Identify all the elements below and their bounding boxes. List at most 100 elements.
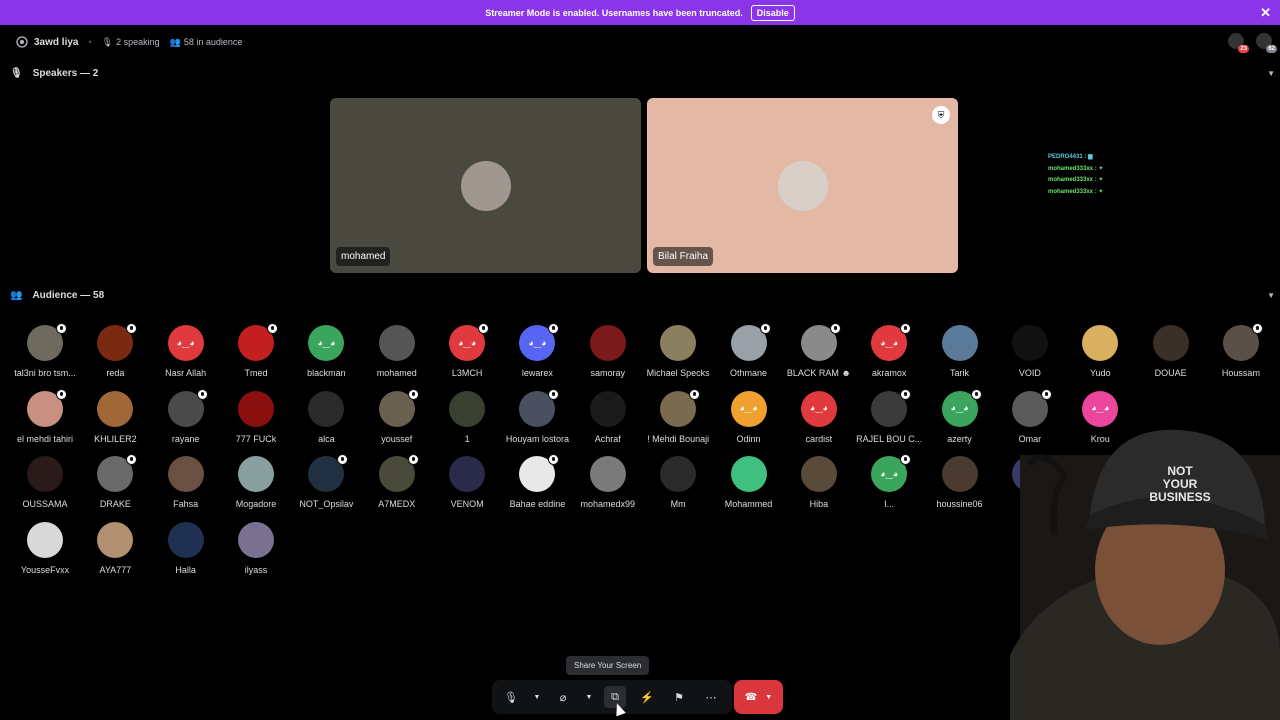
banner-message: Streamer Mode is enabled. Usernames have…: [485, 7, 743, 18]
chat-line: mohamed333xx : ✦: [1048, 164, 1103, 176]
close-icon[interactable]: ✕: [1260, 5, 1271, 21]
avatar: ◕‿◕: [308, 325, 345, 361]
avatar: ◕‿◕: [800, 390, 837, 427]
chevron-down-icon: ▼: [1267, 68, 1275, 78]
status-badge-icon: [829, 323, 841, 334]
audience-button[interactable]: ⚑: [668, 686, 690, 708]
speaker-tile-mohamed[interactable]: mohamed: [330, 98, 641, 273]
audience-member[interactable]: Halla: [150, 522, 222, 575]
audience-member[interactable]: VENOM: [431, 456, 503, 509]
audience-member[interactable]: ◕‿◕ L3MCH: [431, 323, 503, 378]
audience-member[interactable]: Fahsa: [150, 456, 222, 509]
disable-streamer-mode-button[interactable]: Disable: [750, 4, 795, 21]
discord-logo-icon: ◕‿◕: [458, 337, 477, 348]
member-name: mohamedx99: [580, 499, 636, 510]
audience-member[interactable]: Mm: [642, 456, 714, 509]
members-button[interactable]: 62: [1256, 33, 1277, 53]
status-badge-icon: [196, 388, 208, 400]
audience-member[interactable]: Tarik: [924, 325, 996, 378]
stage-channel-icon: [16, 36, 28, 48]
avatar: [589, 325, 626, 361]
cap-text-1: NOT: [1167, 464, 1193, 478]
status-badge-icon: [689, 388, 701, 400]
cap-text-3: BUSINESS: [1149, 490, 1210, 504]
activities-button[interactable]: ⚡: [636, 686, 658, 708]
audience-member[interactable]: ◕‿◕ cardist: [783, 390, 855, 444]
audience-member[interactable]: el mehdi tahiri: [9, 388, 81, 444]
status-badge-icon: [337, 454, 349, 466]
member-name: AYA777: [99, 565, 132, 576]
audience-member[interactable]: Mohammed: [713, 456, 785, 509]
audience-member[interactable]: tal3ni bro tsm...: [9, 323, 81, 378]
speaking-label: 2 speaking: [116, 37, 160, 47]
audience-member[interactable]: mohamedx99: [572, 456, 644, 509]
member-name: ilyass: [244, 565, 268, 576]
member-name: lewarex: [521, 368, 553, 378]
mic-options-chevron-icon[interactable]: ▼: [532, 686, 542, 708]
discord-logo-icon: ◕‿◕: [809, 403, 828, 414]
mic-icon: 🎙: [10, 67, 23, 79]
audience-member[interactable]: A7MEDX: [361, 454, 433, 509]
status-badge-icon: [900, 388, 912, 400]
status-badge-icon: [407, 454, 419, 466]
leave-stage-button[interactable]: ☎ ▼: [734, 680, 783, 714]
audience-member[interactable]: Hiba: [783, 456, 855, 509]
audience-member[interactable]: youssef: [361, 388, 433, 444]
chat-line: mohamed333xx : ✦: [1048, 175, 1103, 187]
audience-member[interactable]: 777 FUCk: [220, 390, 292, 444]
microphone-button[interactable]: 🎙: [500, 686, 522, 708]
audience-member[interactable]: reda: [79, 323, 151, 378]
audience-member[interactable]: DOUAE: [1135, 325, 1207, 378]
audience-member[interactable]: NOT_Opsilav: [290, 454, 362, 509]
audience-count: 👥 58 in audience: [170, 37, 243, 48]
speaker-tile-bilal[interactable]: ⛨ Bilal Fraiha: [647, 98, 958, 273]
audience-member[interactable]: Bahae eddine: [501, 454, 573, 509]
audience-member[interactable]: rayane: [150, 388, 222, 444]
audience-member[interactable]: OUSSAMA: [9, 456, 81, 509]
audience-member[interactable]: Michael Specks: [642, 325, 714, 378]
member-name: Mohammed: [724, 499, 773, 510]
audience-member[interactable]: YousseFvxx: [9, 522, 81, 575]
audience-member[interactable]: alca: [290, 390, 362, 444]
speakers-header[interactable]: 🎙 Speakers — 2 ▼: [10, 64, 1275, 82]
speaker-avatar: [460, 161, 511, 211]
avatar: [308, 454, 349, 493]
avatar: ◕‿◕: [519, 323, 560, 361]
audience-member[interactable]: ilyass: [220, 522, 292, 575]
audience-member[interactable]: Houyam lostora: [501, 388, 573, 444]
separator-dot: •: [88, 37, 92, 47]
audience-member[interactable]: Tmed: [220, 323, 292, 378]
audience-member[interactable]: samoray: [572, 325, 644, 378]
audience-member[interactable]: ◕‿◕ lewarex: [501, 323, 573, 378]
audience-member[interactable]: BLACK RAM ☻: [783, 323, 855, 378]
member-name: Halla: [175, 565, 196, 576]
audience-member[interactable]: Houssam: [1205, 323, 1277, 378]
audience-member[interactable]: Yudo: [1064, 325, 1136, 378]
audience-member[interactable]: ◕‿◕ Nasr Allah: [150, 325, 222, 378]
audience-member[interactable]: VOID: [994, 325, 1066, 378]
chat-emoji: ✦: [1098, 165, 1104, 172]
audience-member[interactable]: ◕‿◕ blackman: [290, 325, 362, 378]
audience-member[interactable]: Mogadore: [220, 456, 292, 509]
audience-member[interactable]: 1: [431, 390, 503, 444]
request-to-speak-button[interactable]: 23: [1228, 33, 1249, 53]
member-name: Tarik: [950, 368, 970, 378]
avatar: [27, 522, 63, 559]
audience-member[interactable]: Othmane: [713, 323, 785, 378]
audience-member[interactable]: Achraf: [572, 390, 644, 444]
audience-member[interactable]: ◕‿◕ Odinn: [713, 390, 785, 444]
status-badge-icon: [407, 388, 419, 400]
chat-emoji: ▆: [1088, 154, 1093, 160]
camera-off-button[interactable]: ⌀: [552, 686, 574, 708]
audience-member[interactable]: AYA777: [79, 522, 151, 575]
member-name: ! Mehdi Bounaji: [647, 433, 710, 444]
camera-options-chevron-icon[interactable]: ▼: [584, 686, 594, 708]
avatar: [941, 325, 978, 361]
audience-header[interactable]: 👥 Audience — 58 ▼: [10, 286, 1275, 304]
audience-member[interactable]: DRAKE: [79, 454, 151, 509]
more-options-button[interactable]: ⋯: [700, 686, 722, 708]
audience-member[interactable]: ! Mehdi Bounaji: [642, 388, 714, 444]
audience-member[interactable]: KHLILER2: [79, 390, 151, 444]
audience-member[interactable]: mohamed: [361, 325, 433, 378]
audience-member[interactable]: ◕‿◕ akramox: [853, 323, 925, 378]
